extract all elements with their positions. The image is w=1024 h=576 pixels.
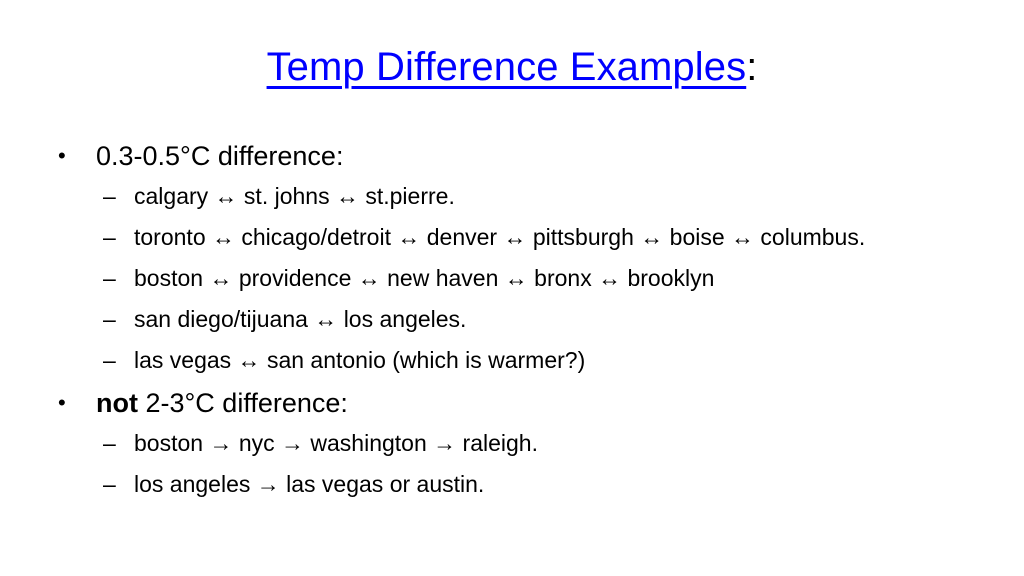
dash-marker-icon: – [103,430,116,456]
bullet-level1-0-label: 0.3-0.5°C difference: [96,141,344,171]
bullet-level1-1: • not 2-3°C difference: [0,384,1024,422]
bullet-level2-0-0: – calgary ↔ st. johns ↔ st.pierre. [0,179,1024,214]
bullet-level2-1-1-label: los angeles → las vegas or austin. [134,471,485,497]
bullet-level2-1-0: – boston → nyc → washington → raleigh. [0,426,1024,461]
bullet-marker-icon: • [58,390,66,415]
bullet-level2-0-1: – toronto ↔ chicago/detroit ↔ denver ↔ p… [0,220,1024,255]
slide-body: • 0.3-0.5°C difference: – calgary ↔ st. … [0,137,1024,508]
bullet-level2-0-0-label: calgary ↔ st. johns ↔ st.pierre. [134,183,455,209]
bullet-level1-0: • 0.3-0.5°C difference: [0,137,1024,175]
bullet-level2-1-1: – los angeles → las vegas or austin. [0,467,1024,502]
bullet-level2-0-2: – boston ↔ providence ↔ new haven ↔ bron… [0,261,1024,296]
dash-marker-icon: – [103,471,116,497]
bullet-level2-0-2-label: boston ↔ providence ↔ new haven ↔ bronx … [134,265,715,291]
slide-canvas: Temp Difference Examples: • 0.3-0.5°C di… [0,0,1024,576]
dash-marker-icon: – [103,265,116,291]
dash-marker-icon: – [103,347,116,373]
bullet-level1-1-label: 2-3°C difference: [137,388,348,418]
slide-title: Temp Difference Examples: [0,44,1024,90]
dash-marker-icon: – [103,183,116,209]
bullet-level1-1-bold-prefix: not [96,388,138,418]
page-title-underlined: Temp Difference Examples [266,45,747,89]
bullet-level2-0-1-label: toronto ↔ chicago/detroit ↔ denver ↔ pit… [134,224,866,250]
dash-marker-icon: – [103,224,116,250]
bullet-level2-0-3-label: san diego/tijuana ↔ los angeles. [134,306,467,332]
dash-marker-icon: – [103,306,116,332]
bullet-level2-0-3: – san diego/tijuana ↔ los angeles. [0,302,1024,337]
bullet-level2-0-4-label: las vegas ↔ san antonio (which is warmer… [134,347,586,373]
page-title: Temp Difference Examples: [0,44,1024,90]
bullet-level2-1-0-label: boston → nyc → washington → raleigh. [134,430,538,456]
page-title-colon: : [746,45,758,89]
bullet-marker-icon: • [58,143,66,168]
bullet-level2-0-4: – las vegas ↔ san antonio (which is warm… [0,343,1024,378]
